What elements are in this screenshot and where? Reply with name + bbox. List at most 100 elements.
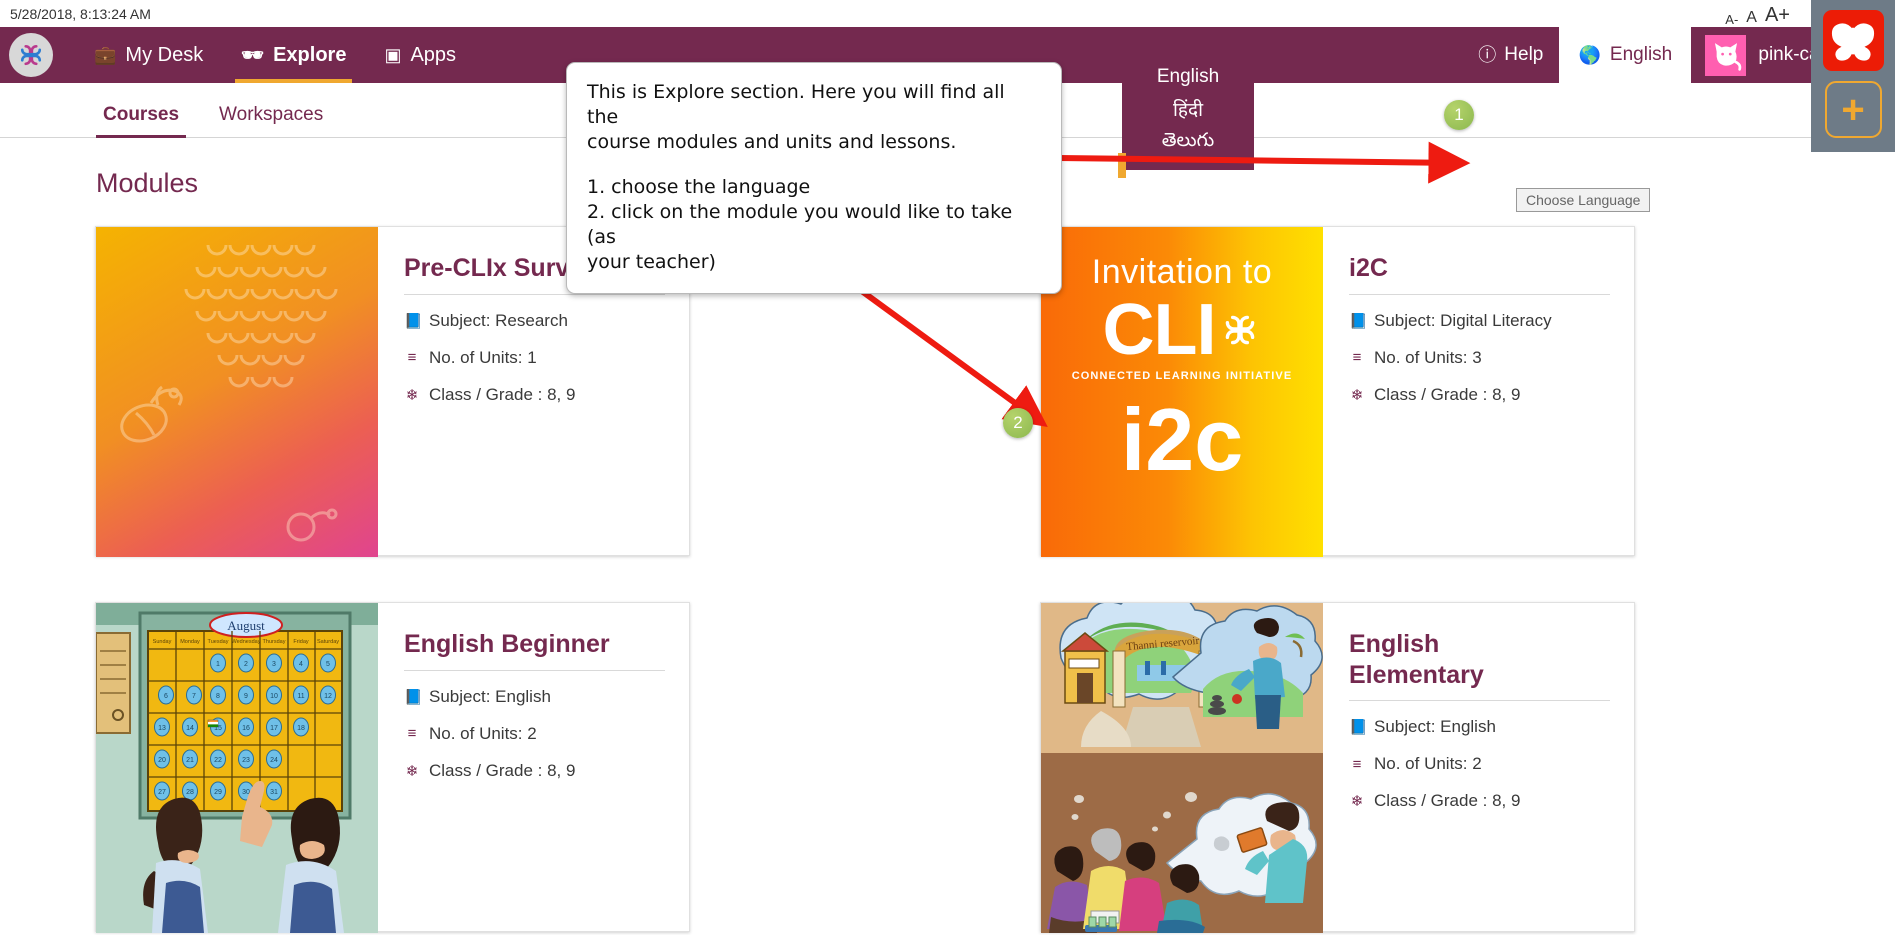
nav-item-my-desk[interactable]: 💼 My Desk xyxy=(75,27,222,83)
module-subject: 📘 Subject: English xyxy=(404,687,665,707)
module-subject: 📘 Subject: Research xyxy=(404,311,665,331)
svg-text:Saturday: Saturday xyxy=(317,639,339,645)
nav-item-label: Apps xyxy=(410,43,457,66)
clix-logo[interactable] xyxy=(9,33,53,77)
language-selected-label: English xyxy=(1609,44,1673,65)
module-subject: 📘 Subject: Digital Literacy xyxy=(1349,311,1610,331)
svg-text:28: 28 xyxy=(186,789,194,796)
svg-text:18: 18 xyxy=(297,725,305,732)
nav-item-explore[interactable]: 🕶 Explore xyxy=(222,27,365,83)
poster-line-1: Invitation to xyxy=(1091,253,1273,291)
language-active-marker xyxy=(1118,153,1126,178)
module-card-english-beginner[interactable]: August Sunday Monday Tuesday Wednesday Thur… xyxy=(95,602,690,933)
svg-text:16: 16 xyxy=(242,725,250,732)
nav-item-apps[interactable]: ▣ Apps xyxy=(365,27,475,83)
nav-item-list: 💼 My Desk 🕶 Explore ▣ Apps xyxy=(75,27,475,83)
floating-side-widget: + xyxy=(1811,0,1895,152)
svg-text:August: August xyxy=(227,618,265,633)
module-thumbnail xyxy=(96,227,378,557)
svg-text:Friday: Friday xyxy=(293,639,309,645)
module-title: English Beginner xyxy=(404,630,610,658)
font-decrease-button[interactable]: A- xyxy=(1725,12,1738,27)
module-units: ≡ No. of Units: 2 xyxy=(1349,754,1610,774)
svg-text:12: 12 xyxy=(324,693,332,700)
module-details: English Beginner 📘 Subject: English ≡ No… xyxy=(378,603,689,931)
module-card-english-elementary[interactable]: Thanni reservoir English Elementary 📘 Su… xyxy=(1040,602,1635,933)
module-grade: ❄ Class / Grade : 8, 9 xyxy=(1349,385,1610,405)
tab-courses[interactable]: Courses xyxy=(96,104,187,138)
divider xyxy=(404,669,665,671)
add-button[interactable]: + xyxy=(1824,81,1882,138)
svg-text:10: 10 xyxy=(270,693,278,700)
main-navbar: 💼 My Desk 🕶 Explore ▣ Apps ⓘ Help 🌎 Engl… xyxy=(0,27,1895,83)
language-option-english[interactable]: English xyxy=(1157,62,1219,92)
module-units-label: No. of Units: 1 xyxy=(429,347,537,367)
svg-text:7: 7 xyxy=(192,693,196,700)
svg-text:11: 11 xyxy=(297,693,304,700)
module-units: ≡ No. of Units: 3 xyxy=(1349,348,1610,368)
nav-item-label: My Desk xyxy=(125,43,204,66)
survey-gradient-artwork xyxy=(96,227,378,557)
module-subject-label: Subject: Research xyxy=(429,310,568,330)
module-card-pre-clix-survey[interactable]: Pre-CLIx Survey 📘 Subject: Research ≡ No… xyxy=(95,226,690,557)
module-grade: ❄ Class / Grade : 8, 9 xyxy=(404,761,665,781)
honeycomb-bee-icon xyxy=(120,244,338,542)
module-grade-label: Class / Grade : 8, 9 xyxy=(429,760,576,780)
thanni-reservoir-illustration: Thanni reservoir xyxy=(1041,603,1323,933)
svg-text:27: 27 xyxy=(158,789,166,796)
module-details: Pre-CLIx Survey 📘 Subject: Research ≡ No… xyxy=(378,227,689,555)
grid-gutter xyxy=(690,226,1040,556)
info-icon: ⓘ xyxy=(1478,45,1497,65)
gear-icon: ❄ xyxy=(1350,386,1364,404)
butterfly-logo-button[interactable] xyxy=(1822,10,1884,71)
svg-text:4: 4 xyxy=(299,661,303,668)
poster-line-3: CONNECTED LEARNING INITIATIVE xyxy=(1071,370,1293,382)
font-size-controls: A- A A+ xyxy=(1725,4,1790,27)
language-option-hindi[interactable]: हिंदी xyxy=(1173,92,1203,126)
module-thumbnail: August Sunday Monday Tuesday Wednesday Thur… xyxy=(96,603,378,933)
current-datetime: 5/28/2018, 8:13:24 AM xyxy=(10,5,151,22)
module-subject-label: Subject: Digital Literacy xyxy=(1374,310,1552,330)
language-dropdown[interactable]: English हिंदी తెలుగు xyxy=(1122,56,1254,170)
book-icon: 📘 xyxy=(1349,719,1368,736)
language-option-telugu[interactable]: తెలుగు xyxy=(1162,126,1214,160)
help-label: Help xyxy=(1504,44,1544,65)
svg-text:1: 1 xyxy=(216,661,220,668)
svg-text:29: 29 xyxy=(214,789,222,796)
module-title: Pre-CLIx Survey xyxy=(404,254,598,282)
i2c-poster-artwork: Invitation to CLI CONNECTED LEARNING INI… xyxy=(1041,227,1323,557)
module-title: English Elementary xyxy=(1349,630,1484,689)
help-button[interactable]: ⓘ Help xyxy=(1462,44,1559,66)
module-card-i2c[interactable]: Invitation to CLI CONNECTED LEARNING INI… xyxy=(1040,226,1635,557)
divider xyxy=(1349,700,1610,701)
svg-text:9: 9 xyxy=(244,693,248,700)
poster-line-4: i2c xyxy=(1120,390,1244,489)
svg-text:14: 14 xyxy=(186,725,194,732)
list-icon: ≡ xyxy=(407,349,417,366)
module-grade: ❄ Class / Grade : 8, 9 xyxy=(404,385,665,405)
arrow-1-dot xyxy=(801,146,819,164)
svg-text:Thursday: Thursday xyxy=(263,639,286,645)
calendar-classroom-illustration: August Sunday Monday Tuesday Wednesday Thur… xyxy=(96,603,378,933)
book-icon: 📘 xyxy=(404,312,423,330)
font-normal-button[interactable]: A xyxy=(1746,9,1757,27)
poster-line-2: CLI xyxy=(1102,290,1217,370)
clix-knot-icon xyxy=(1226,315,1255,345)
module-units: ≡ No. of Units: 1 xyxy=(404,348,665,368)
svg-text:5: 5 xyxy=(326,661,330,668)
svg-text:20: 20 xyxy=(158,757,166,764)
book-icon: 📘 xyxy=(404,688,423,706)
svg-text:21: 21 xyxy=(186,757,194,764)
language-selector[interactable]: 🌎 English xyxy=(1559,27,1692,83)
svg-text:3: 3 xyxy=(272,661,276,668)
svg-text:Monday: Monday xyxy=(180,639,200,645)
list-icon: ≡ xyxy=(1352,349,1362,366)
section-tabs: Courses Workspaces xyxy=(0,83,1895,138)
tab-workspaces[interactable]: Workspaces xyxy=(212,104,330,137)
module-thumbnail: Thanni reservoir xyxy=(1041,603,1323,933)
font-increase-button[interactable]: A+ xyxy=(1765,4,1790,27)
module-subject: 📘 Subject: English xyxy=(1349,717,1610,737)
divider xyxy=(1349,293,1610,295)
module-grade-label: Class / Grade : 8, 9 xyxy=(429,384,576,404)
svg-text:31: 31 xyxy=(270,789,278,796)
